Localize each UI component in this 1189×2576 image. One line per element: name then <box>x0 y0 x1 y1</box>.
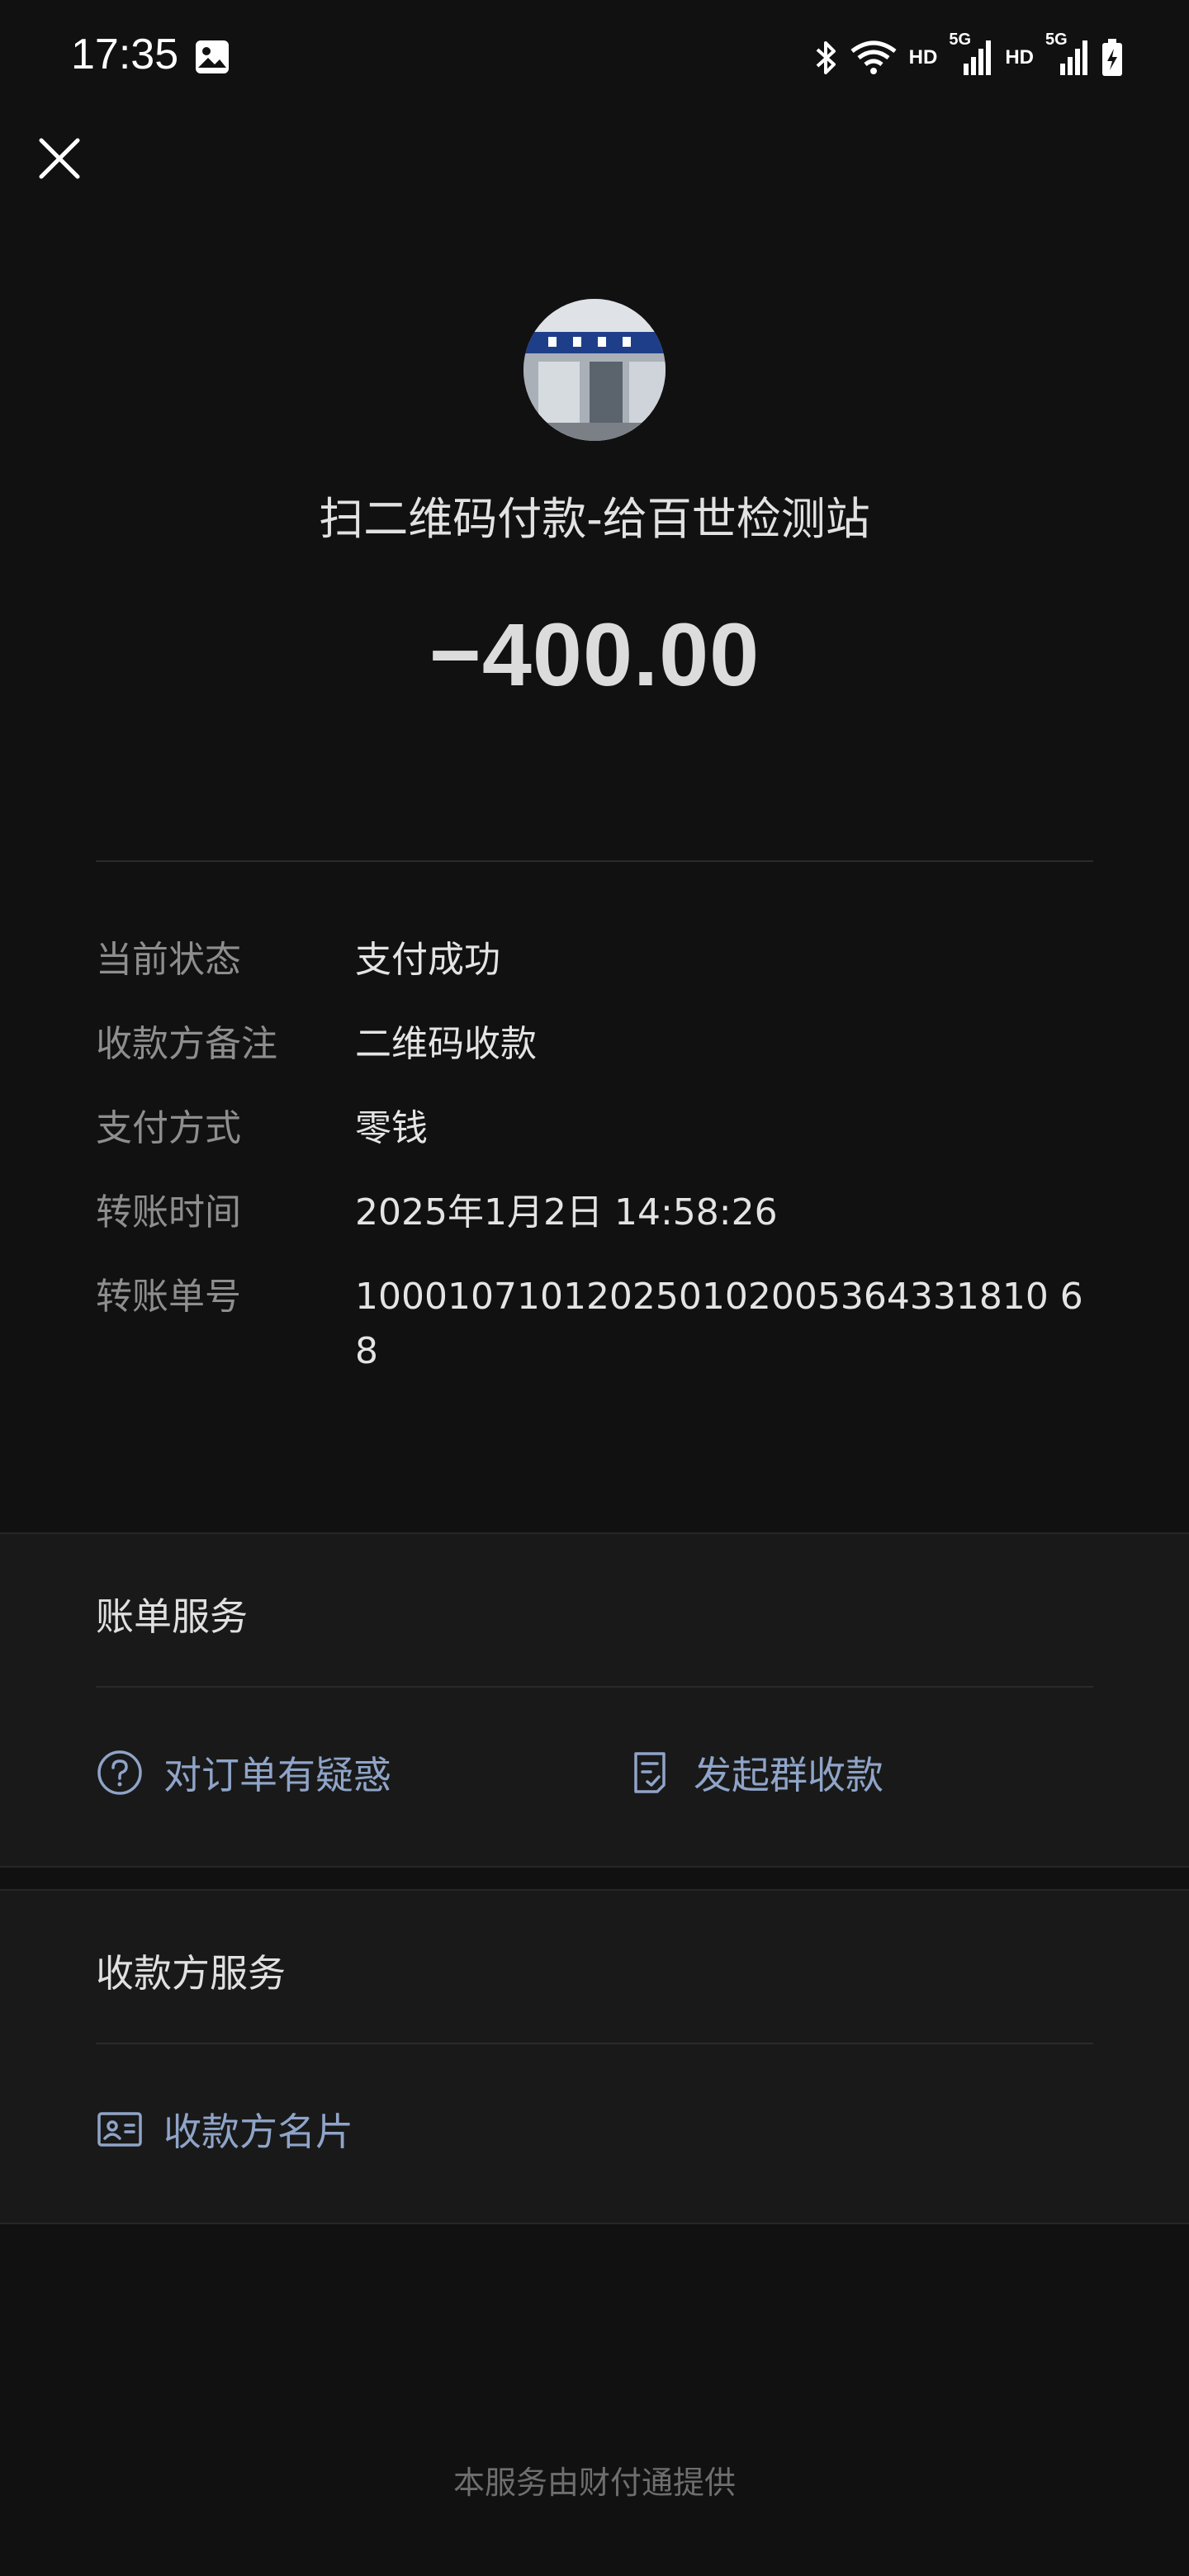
payment-amount: −400.00 <box>429 604 760 704</box>
payee-card-label: 收款方名片 <box>163 2110 353 2154</box>
status-time: 17:35 <box>71 31 179 78</box>
section-title: 收款方服务 <box>96 1951 286 1996</box>
battery-charging-icon <box>1102 39 1122 76</box>
detail-row-transfer-number: 转账单号 100010710120250102005364331810 68 <box>96 1270 1093 1379</box>
payee-card-button[interactable]: 收款方名片 <box>96 2102 353 2157</box>
detail-label: 转账时间 <box>96 1191 241 1234</box>
payment-details: 当前状态 支付成功 收款方备注 二维码收款 支付方式 零钱 转账时间 2025年… <box>96 933 1093 1409</box>
receipt-icon <box>634 1752 666 1793</box>
detail-row-payment-method: 支付方式 零钱 <box>96 1101 1093 1156</box>
section-divider <box>96 2043 1093 2044</box>
gallery-notification-icon <box>196 40 229 73</box>
detail-value: 支付成功 <box>355 939 500 981</box>
footer-provider-text: 本服务由财付通提供 <box>452 2465 736 2501</box>
detail-label: 支付方式 <box>96 1107 241 1149</box>
merchant-avatar <box>523 299 666 441</box>
group-collection-label: 发起群收款 <box>694 1753 883 1797</box>
group-collection-button[interactable]: 发起群收款 <box>626 1745 883 1800</box>
detail-row-payee-note: 收款方备注 二维码收款 <box>96 1017 1093 1072</box>
detail-label: 当前状态 <box>96 939 241 981</box>
hd-label-1: HD <box>908 46 938 69</box>
detail-label: 转账单号 <box>96 1276 241 1318</box>
payee-service-section: 收款方服务 收款方名片 <box>0 1889 1189 2224</box>
storefront-image <box>523 299 666 441</box>
section-divider <box>96 1686 1093 1688</box>
section-title: 账单服务 <box>96 1594 248 1639</box>
status-bar: 17:35 HD 5G HD 5G <box>0 0 1189 116</box>
detail-label: 收款方备注 <box>96 1023 277 1065</box>
wifi-icon <box>850 40 897 74</box>
detail-row-status: 当前状态 支付成功 <box>96 933 1093 987</box>
detail-value: 零钱 <box>355 1107 428 1149</box>
status-icons: HD 5G HD 5G <box>813 31 1123 81</box>
hd-label-2: HD <box>1005 46 1034 69</box>
signal-5g-1: 5G <box>949 31 993 78</box>
detail-row-transfer-time: 转账时间 2025年1月2日 14:58:26 <box>96 1186 1093 1240</box>
detail-value: 二维码收款 <box>355 1023 537 1065</box>
close-icon[interactable] <box>36 135 83 182</box>
order-question-button[interactable]: 对订单有疑惑 <box>96 1745 391 1800</box>
order-question-label: 对订单有疑惑 <box>163 1753 391 1797</box>
detail-value: 2025年1月2日 14:58:26 <box>355 1191 778 1234</box>
bluetooth-icon <box>816 41 836 74</box>
signal-bars-icon <box>964 40 992 75</box>
detail-value[interactable]: 100010710120250102005364331810 68 <box>355 1270 1090 1379</box>
question-circle-icon <box>97 1750 142 1795</box>
contact-card-icon <box>97 2112 142 2147</box>
bill-service-section: 账单服务 对订单有疑惑 发起群收款 <box>0 1532 1189 1868</box>
signal-5g-2: 5G <box>1045 31 1090 78</box>
merchant-title: 扫二维码付款-给百世检测站 <box>319 493 870 545</box>
signal-bars-icon <box>1060 40 1087 75</box>
amount-divider <box>96 860 1093 862</box>
